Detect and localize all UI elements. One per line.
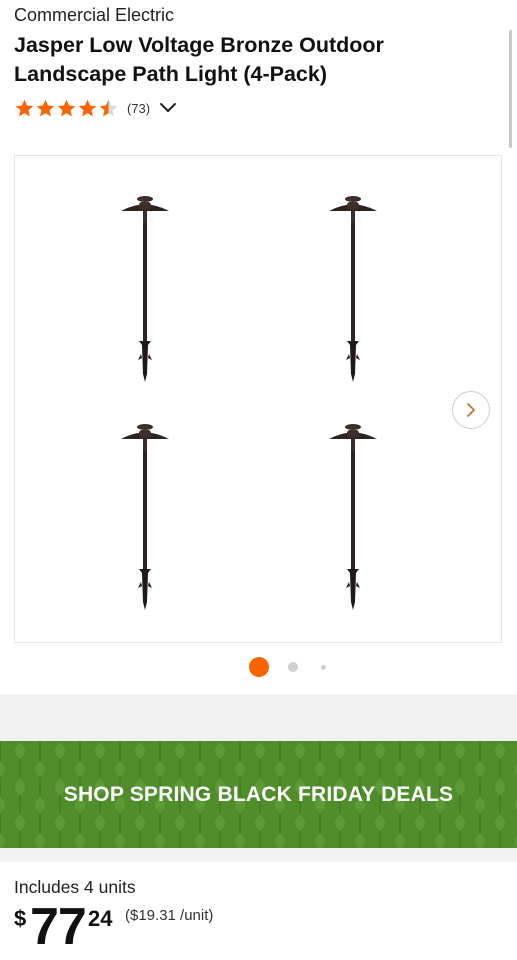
- gallery-next-button[interactable]: [452, 391, 490, 429]
- section-divider: [0, 694, 517, 741]
- star-half-icon: [99, 99, 118, 116]
- price-cents: 24: [88, 906, 113, 931]
- section-divider: [0, 848, 517, 862]
- star-full-icon: [78, 99, 97, 116]
- chevron-right-icon: [467, 403, 475, 417]
- product-image-gallery[interactable]: [14, 155, 502, 643]
- scrollbar[interactable]: [509, 30, 512, 148]
- review-count[interactable]: (73): [127, 101, 150, 116]
- gallery-pagination: [0, 656, 517, 678]
- path-light-icon: [329, 196, 377, 382]
- chevron-down-icon[interactable]: [158, 98, 178, 118]
- pagination-dot[interactable]: [288, 662, 298, 672]
- rating-summary[interactable]: (73): [14, 97, 178, 119]
- path-light-icon: [329, 424, 377, 610]
- price-dollars: 77: [30, 898, 87, 956]
- brand-name[interactable]: Commercial Electric: [14, 5, 174, 26]
- pagination-dot[interactable]: [321, 665, 326, 670]
- promo-banner[interactable]: SHOP SPRING BLACK FRIDAY DEALS: [0, 741, 517, 848]
- product-title: Jasper Low Voltage Bronze Outdoor Landsc…: [14, 33, 384, 86]
- path-light-icon: [121, 196, 169, 382]
- star-rating: [14, 98, 119, 119]
- unit-price: ($19.31 /unit): [125, 907, 214, 924]
- pagination-dot-active[interactable]: [249, 657, 269, 677]
- star-full-icon: [57, 99, 76, 116]
- promo-label: SHOP SPRING BLACK FRIDAY DEALS: [63, 782, 454, 806]
- star-full-icon: [36, 99, 55, 116]
- price-currency: $: [14, 906, 27, 931]
- path-light-icon: [121, 424, 169, 610]
- star-full-icon: [15, 99, 34, 116]
- units-included: Includes 4 units: [14, 877, 136, 897]
